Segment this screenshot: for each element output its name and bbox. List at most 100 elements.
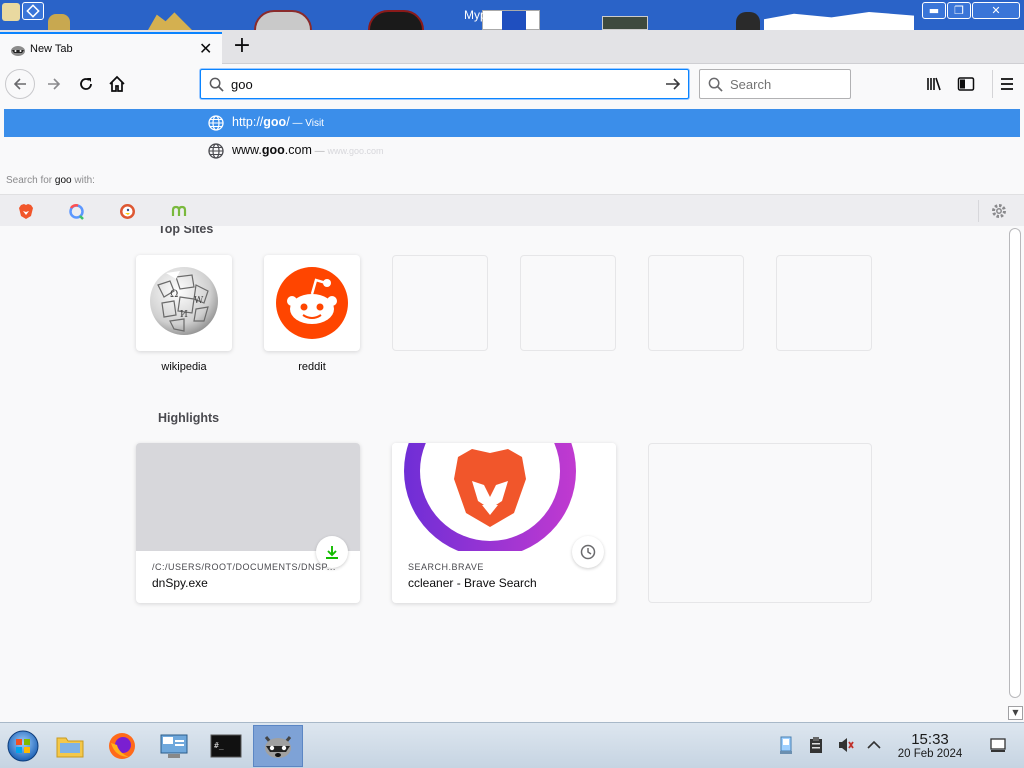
background-decoration: [736, 12, 760, 30]
top-site-placeholder: [648, 255, 744, 351]
new-tab-content: Top Sites Ω W И wikipedia reddit Highlig…: [0, 226, 1006, 722]
brave-search-logo: [404, 443, 576, 551]
minimize-button[interactable]: ▬: [922, 2, 946, 19]
close-window-button[interactable]: ✕: [972, 2, 1020, 19]
card-title: ccleaner - Brave Search: [408, 576, 537, 590]
scrollbar-thumb[interactable]: [1009, 228, 1021, 698]
top-site-tile-reddit[interactable]: [264, 255, 360, 351]
download-icon: [326, 546, 338, 559]
search-for-suffix: with:: [71, 175, 95, 186]
search-for-term: goo: [54, 175, 72, 186]
volume-muted-icon: [839, 738, 854, 752]
wikipedia-globe-icon: Ω W И: [150, 267, 218, 335]
library-button[interactable]: [920, 70, 948, 98]
forward-arrow-icon: [48, 78, 61, 90]
tray-show-desktop[interactable]: [988, 735, 1008, 755]
back-button[interactable]: [5, 69, 35, 99]
show-desktop-icon: [990, 738, 1006, 752]
terminal-icon: #_: [210, 734, 242, 758]
address-input[interactable]: [231, 74, 651, 94]
autocomplete-separator: —: [289, 118, 306, 129]
autocomplete-url-match: goo: [263, 115, 287, 129]
vertical-scrollbar[interactable]: ▼: [1006, 226, 1024, 722]
background-decoration: [502, 11, 526, 30]
autocomplete-url-suffix: .com: [284, 143, 312, 157]
raccoon-tab-icon: [10, 42, 26, 58]
top-site-placeholder: [392, 255, 488, 351]
control-panel-icon: [160, 734, 188, 758]
card-thumbnail: [392, 443, 616, 551]
sidebar-toggle-button[interactable]: [952, 70, 980, 98]
search-for-label: Search for goo with:: [6, 175, 95, 186]
top-site-placeholder: [776, 255, 872, 351]
firefox-icon: [109, 733, 135, 759]
autocomplete-row-url[interactable]: www.goo.com — www.goo.com: [4, 137, 1020, 165]
start-orb-icon: [7, 730, 39, 762]
sidebar-icon: [957, 77, 975, 91]
autocomplete-row-visit[interactable]: http://goo/ — Visit: [4, 109, 1020, 137]
file-explorer-icon: [56, 737, 84, 758]
tab-new-tab[interactable]: New Tab ✕: [0, 32, 222, 64]
navigation-toolbar: [0, 64, 1024, 104]
background-decoration: [368, 10, 424, 30]
reload-icon: [80, 78, 92, 90]
highlight-card-history[interactable]: SEARCH.BRAVE ccleaner - Brave Search: [392, 443, 616, 603]
forward-button[interactable]: [40, 70, 68, 98]
background-decoration: [254, 10, 312, 30]
go-arrow-icon[interactable]: [664, 75, 682, 93]
address-bar[interactable]: [200, 69, 689, 99]
clock-time[interactable]: 15:33: [896, 731, 964, 748]
top-site-tile-wikipedia[interactable]: Ω W И: [136, 255, 232, 351]
clock-date[interactable]: 20 Feb 2024: [888, 748, 972, 760]
top-sites-title: Top Sites: [158, 226, 214, 236]
tray-show-hidden[interactable]: [864, 735, 884, 755]
taskbar-file-explorer[interactable]: [47, 725, 93, 767]
new-tab-button[interactable]: +: [231, 34, 253, 58]
reload-button[interactable]: [72, 70, 100, 98]
app-icon[interactable]: [2, 3, 20, 21]
duckduckgo-icon: [119, 203, 135, 219]
search-engine-duckduckgo[interactable]: [107, 200, 147, 222]
svg-text:W: W: [194, 296, 204, 306]
tray-clipboard[interactable]: [806, 735, 826, 755]
tab-label: New Tab: [30, 43, 73, 55]
taskbar-terminal[interactable]: #_: [203, 725, 249, 767]
clipboard-icon: [810, 737, 822, 753]
start-button[interactable]: [0, 725, 46, 767]
highlight-card-download[interactable]: /C:/USERS/ROOT/DOCUMENTS/DNSP... dnSpy.e…: [136, 443, 360, 603]
close-tab-icon[interactable]: ✕: [199, 39, 212, 58]
globe-icon: [208, 143, 224, 159]
brave-icon: [19, 203, 33, 219]
network-icon: [780, 736, 792, 754]
search-engine-mojeek[interactable]: [159, 200, 199, 222]
window-menu-icon[interactable]: [22, 2, 44, 20]
autocomplete-separator: —: [311, 146, 328, 157]
maximize-button[interactable]: ❐: [947, 2, 971, 19]
gear-icon: [991, 204, 1006, 218]
search-settings-button[interactable]: [978, 200, 1018, 222]
search-icon: [708, 77, 723, 92]
home-button[interactable]: [103, 70, 131, 98]
taskbar-firefox[interactable]: [99, 725, 145, 767]
menu-button[interactable]: [992, 70, 1020, 98]
autocomplete-action: Visit: [305, 118, 324, 129]
taskbar-control-panel[interactable]: [151, 725, 197, 767]
scroll-down-button[interactable]: ▼: [1008, 706, 1023, 720]
mojeek-icon: [171, 205, 187, 216]
search-bar[interactable]: [699, 69, 851, 99]
raccoon-app-icon: [264, 736, 292, 758]
qwant-icon: [68, 203, 84, 220]
svg-text:#_: #_: [214, 741, 224, 750]
background-decoration: [764, 12, 914, 30]
hamburger-menu-icon: [1000, 78, 1013, 90]
background-decoration: [48, 14, 70, 30]
taskbar-raccoon-app[interactable]: [253, 725, 303, 767]
autocomplete-url-prefix: www.: [232, 143, 262, 157]
tray-volume[interactable]: [836, 735, 856, 755]
autocomplete-popup: http://goo/ — Visit www.goo.com — www.go…: [0, 104, 1024, 226]
search-input[interactable]: [730, 74, 845, 94]
highlight-placeholder: [648, 443, 872, 603]
search-engine-qwant[interactable]: [56, 200, 96, 222]
tray-network[interactable]: [776, 735, 796, 755]
search-engine-brave[interactable]: [6, 200, 46, 222]
